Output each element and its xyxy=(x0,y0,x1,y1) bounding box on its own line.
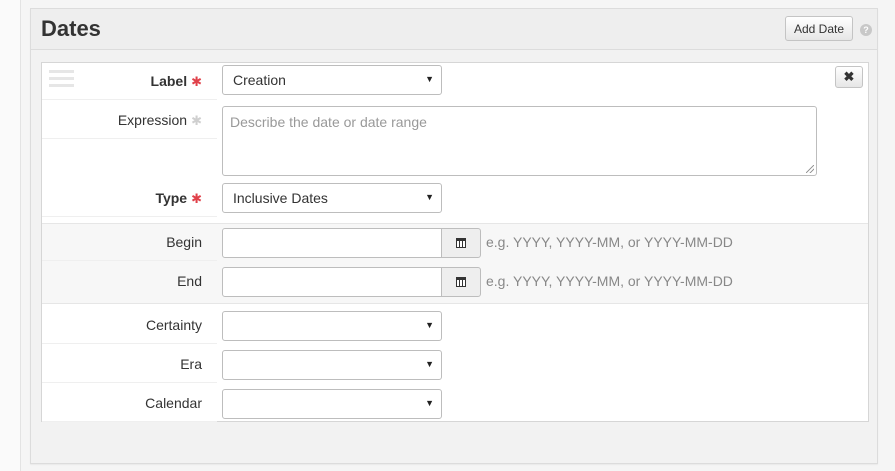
begin-field-label: Begin xyxy=(166,234,202,250)
dates-panel: Dates Add Date ? ✖ Label ✱ Creation ▼ Exp… xyxy=(30,8,878,464)
calendar-field-label: Calendar xyxy=(145,395,202,411)
calendar-select[interactable]: ▼ xyxy=(222,389,442,419)
label-field-label: Label ✱ xyxy=(150,73,202,89)
end-input[interactable] xyxy=(222,267,442,297)
chevron-down-icon: ▼ xyxy=(425,359,434,369)
left-gutter xyxy=(0,0,21,471)
optional-icon: ✱ xyxy=(191,113,202,128)
chevron-down-icon: ▼ xyxy=(425,74,434,84)
type-field-label: Type ✱ xyxy=(155,190,202,206)
panel-header: Dates Add Date ? xyxy=(31,9,877,50)
end-format-hint: e.g. YYYY, YYYY-MM, or YYYY-MM-DD xyxy=(486,273,733,289)
end-calendar-button[interactable] xyxy=(441,267,481,297)
begin-input[interactable] xyxy=(222,228,442,258)
resize-grip-icon[interactable] xyxy=(806,165,814,173)
date-subrecord: ✖ Label ✱ Creation ▼ Expression ✱ Describe… xyxy=(41,62,869,422)
type-select[interactable]: Inclusive Dates ▼ xyxy=(222,183,442,213)
chevron-down-icon: ▼ xyxy=(425,398,434,408)
calendar-icon xyxy=(456,277,466,287)
era-field-label: Era xyxy=(180,356,202,372)
calendar-icon xyxy=(456,238,466,248)
end-field-label: End xyxy=(177,273,202,289)
chevron-down-icon: ▼ xyxy=(425,320,434,330)
expression-textarea[interactable]: Describe the date or date range xyxy=(222,106,817,176)
remove-date-button[interactable]: ✖ xyxy=(835,66,863,88)
label-select[interactable]: Creation ▼ xyxy=(222,65,442,95)
add-date-button[interactable]: Add Date xyxy=(785,16,853,41)
certainty-field-label: Certainty xyxy=(145,317,202,333)
certainty-select[interactable]: ▼ xyxy=(222,311,442,341)
required-icon: ✱ xyxy=(191,191,202,206)
required-icon: ✱ xyxy=(191,74,202,89)
era-select[interactable]: ▼ xyxy=(222,350,442,380)
begin-format-hint: e.g. YYYY, YYYY-MM, or YYYY-MM-DD xyxy=(486,234,733,250)
help-icon[interactable]: ? xyxy=(860,24,872,36)
page-title: Dates xyxy=(41,16,101,41)
chevron-down-icon: ▼ xyxy=(425,192,434,202)
begin-calendar-button[interactable] xyxy=(441,228,481,258)
expression-field-label: Expression ✱ xyxy=(117,112,202,128)
